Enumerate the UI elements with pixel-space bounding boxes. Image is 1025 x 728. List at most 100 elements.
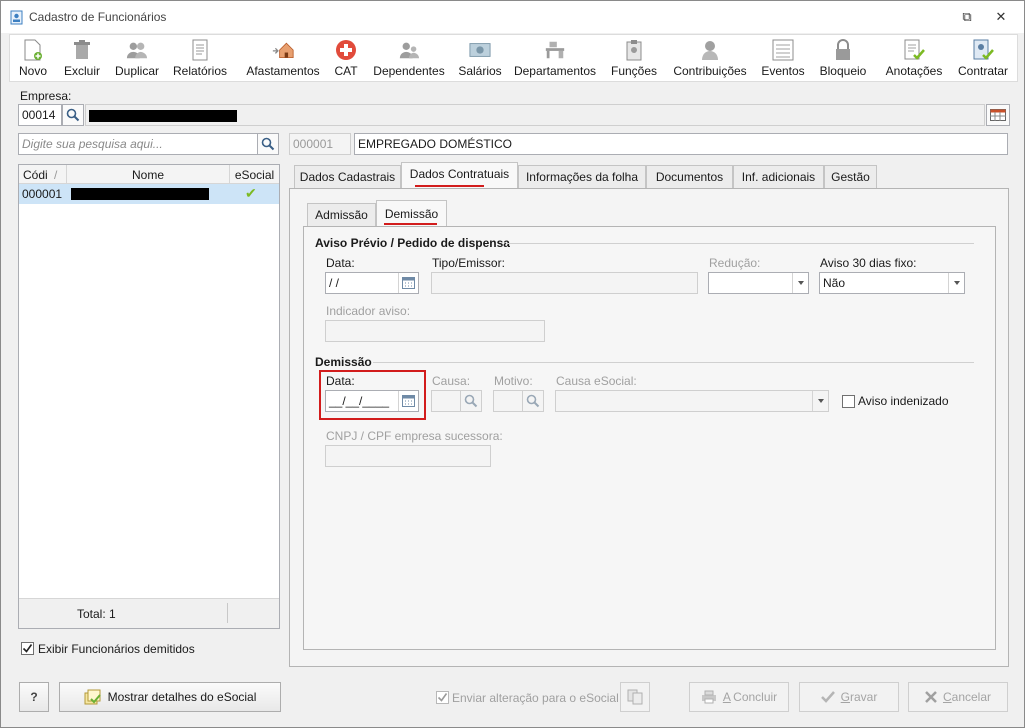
indicador-aviso-label: Indicador aviso: bbox=[326, 304, 411, 318]
app-icon bbox=[10, 10, 23, 25]
close-icon bbox=[925, 691, 937, 703]
dependentes-button[interactable]: Dependentes bbox=[372, 35, 446, 81]
salarios-button[interactable]: Salários bbox=[457, 35, 503, 81]
esocial-send-button[interactable] bbox=[620, 682, 650, 712]
note-check-icon bbox=[903, 39, 925, 61]
contribuicoes-button[interactable]: Contribuições bbox=[670, 35, 750, 81]
duplicar-label: Duplicar bbox=[114, 64, 159, 78]
subtab-admissao[interactable]: Admissão bbox=[307, 203, 376, 227]
gravar-button[interactable]: Gravar bbox=[799, 682, 899, 712]
enviar-esocial-checkbox[interactable] bbox=[436, 691, 449, 704]
salarios-label: Salários bbox=[458, 64, 502, 78]
new-document-icon bbox=[22, 39, 44, 61]
calendar-icon[interactable] bbox=[398, 391, 418, 411]
afastamentos-button[interactable]: Afastamentos bbox=[245, 35, 321, 81]
reducao-select[interactable] bbox=[708, 272, 809, 294]
causa-search-button[interactable] bbox=[460, 390, 482, 412]
checkmark-icon bbox=[22, 644, 33, 653]
calendar-icon[interactable] bbox=[398, 273, 418, 293]
empresa-search-button[interactable] bbox=[62, 104, 84, 126]
group-separator bbox=[506, 243, 974, 244]
main-window: Cadastro de Funcionários ⧉ ✕ Novo Exclui… bbox=[0, 0, 1025, 728]
cancelar-button[interactable]: Cancelar bbox=[908, 682, 1008, 712]
chevron-down-icon bbox=[812, 391, 828, 411]
copy-icon bbox=[627, 689, 643, 705]
contratar-button[interactable]: Contratar bbox=[955, 35, 1011, 81]
novo-label: Novo bbox=[18, 64, 47, 78]
duplicar-button[interactable]: Duplicar bbox=[111, 35, 163, 81]
dependentes-label: Dependentes bbox=[373, 64, 445, 78]
badge-icon bbox=[623, 39, 645, 61]
close-icon[interactable]: ✕ bbox=[990, 9, 1012, 25]
cnpj-sucessora-label: CNPJ / CPF empresa sucessora: bbox=[326, 429, 503, 443]
show-dismissed-checkbox[interactable] bbox=[21, 642, 34, 655]
checkmark-icon bbox=[437, 693, 448, 702]
checkmark-icon bbox=[820, 691, 835, 703]
funcoes-button[interactable]: Funções bbox=[610, 35, 658, 81]
motivo-label: Motivo: bbox=[494, 374, 533, 388]
contract-check-icon bbox=[972, 39, 994, 61]
afastamentos-label: Afastamentos bbox=[246, 64, 320, 78]
motivo-search-button[interactable] bbox=[522, 390, 544, 412]
relatorios-button[interactable]: Relatórios bbox=[172, 35, 228, 81]
trash-icon bbox=[71, 39, 93, 61]
aviso-30-dias-label: Aviso 30 dias fixo: bbox=[820, 256, 917, 270]
table-row[interactable]: 000001 ✔ bbox=[19, 184, 279, 204]
medical-cross-icon bbox=[335, 39, 357, 61]
employee-search-input[interactable]: Digite sua pesquisa aqui... bbox=[18, 133, 258, 155]
excluir-button[interactable]: Excluir bbox=[60, 35, 104, 81]
empresa-code-field[interactable]: 00014 bbox=[18, 104, 62, 126]
row-code: 000001 bbox=[22, 187, 63, 201]
aviso-data-value: / / bbox=[329, 276, 340, 290]
eventos-label: Eventos bbox=[761, 64, 805, 78]
bloqueio-button[interactable]: Bloqueio bbox=[816, 35, 870, 81]
tipo-emissor-select[interactable] bbox=[431, 272, 698, 294]
causa-esocial-select[interactable] bbox=[555, 390, 829, 412]
printer-icon bbox=[701, 690, 716, 704]
employee-role-field[interactable]: EMPREGADO DOMÉSTICO bbox=[354, 133, 1008, 155]
esocial-details-button[interactable]: Mostrar detalhes do eSocial bbox=[59, 682, 281, 712]
column-header-codigo[interactable]: Códi bbox=[23, 168, 48, 182]
departamentos-label: Departamentos bbox=[513, 64, 597, 78]
window-title: Cadastro de Funcionários bbox=[29, 10, 167, 24]
cat-label: CAT bbox=[334, 64, 358, 78]
list-header: Códi / Nome eSocial bbox=[19, 165, 279, 184]
eventos-button[interactable]: Eventos bbox=[760, 35, 806, 81]
cnpj-sucessora-field[interactable] bbox=[325, 445, 491, 467]
report-icon bbox=[189, 39, 211, 61]
empresa-table-button[interactable] bbox=[986, 104, 1010, 126]
toolbar: Novo Excluir Duplicar Relatórios Afastam… bbox=[9, 34, 1018, 82]
people-icon bbox=[126, 39, 148, 61]
enviar-esocial-label: Enviar alteração para o eSocial bbox=[452, 691, 619, 705]
tab-informacoes-folha[interactable]: Informações da folha bbox=[518, 165, 646, 189]
tab-inf-adicionais[interactable]: Inf. adicionais bbox=[733, 165, 824, 189]
cancelar-text: ancelar bbox=[951, 690, 992, 704]
house-arrow-icon bbox=[272, 39, 294, 61]
gravar-text: ravar bbox=[850, 690, 878, 704]
tab-dados-cadastrais[interactable]: Dados Cadastrais bbox=[294, 165, 401, 189]
aviso-indenizado-checkbox[interactable] bbox=[842, 395, 855, 408]
tab-gestao[interactable]: Gestão bbox=[824, 165, 877, 189]
departamentos-button[interactable]: Departamentos bbox=[513, 35, 597, 81]
aviso-30-dias-select[interactable]: Não bbox=[819, 272, 965, 294]
restore-icon[interactable]: ⧉ bbox=[956, 9, 978, 25]
demissao-data-field[interactable]: __/__/____ bbox=[325, 390, 419, 412]
empresa-label: Empresa: bbox=[20, 89, 72, 103]
employee-search-button[interactable] bbox=[257, 133, 279, 155]
demissao-group-title: Demissão bbox=[315, 355, 372, 369]
demissao-data-label: Data: bbox=[326, 374, 355, 388]
help-button[interactable]: ? bbox=[19, 682, 49, 712]
indicador-aviso-select[interactable] bbox=[325, 320, 545, 342]
tab-documentos[interactable]: Documentos bbox=[646, 165, 733, 189]
sort-indicator: / bbox=[54, 168, 58, 182]
chevron-down-icon bbox=[792, 273, 808, 293]
concluir-button[interactable]: A Concluir bbox=[689, 682, 789, 712]
redacted-employee-name bbox=[71, 188, 209, 200]
cat-button[interactable]: CAT bbox=[332, 35, 360, 81]
novo-button[interactable]: Novo bbox=[13, 35, 53, 81]
aviso-data-field[interactable]: / / bbox=[325, 272, 419, 294]
column-header-nome[interactable]: Nome bbox=[67, 168, 229, 182]
dependents-icon bbox=[398, 39, 420, 61]
anotacoes-button[interactable]: Anotações bbox=[884, 35, 944, 81]
column-header-esocial[interactable]: eSocial bbox=[230, 168, 279, 182]
